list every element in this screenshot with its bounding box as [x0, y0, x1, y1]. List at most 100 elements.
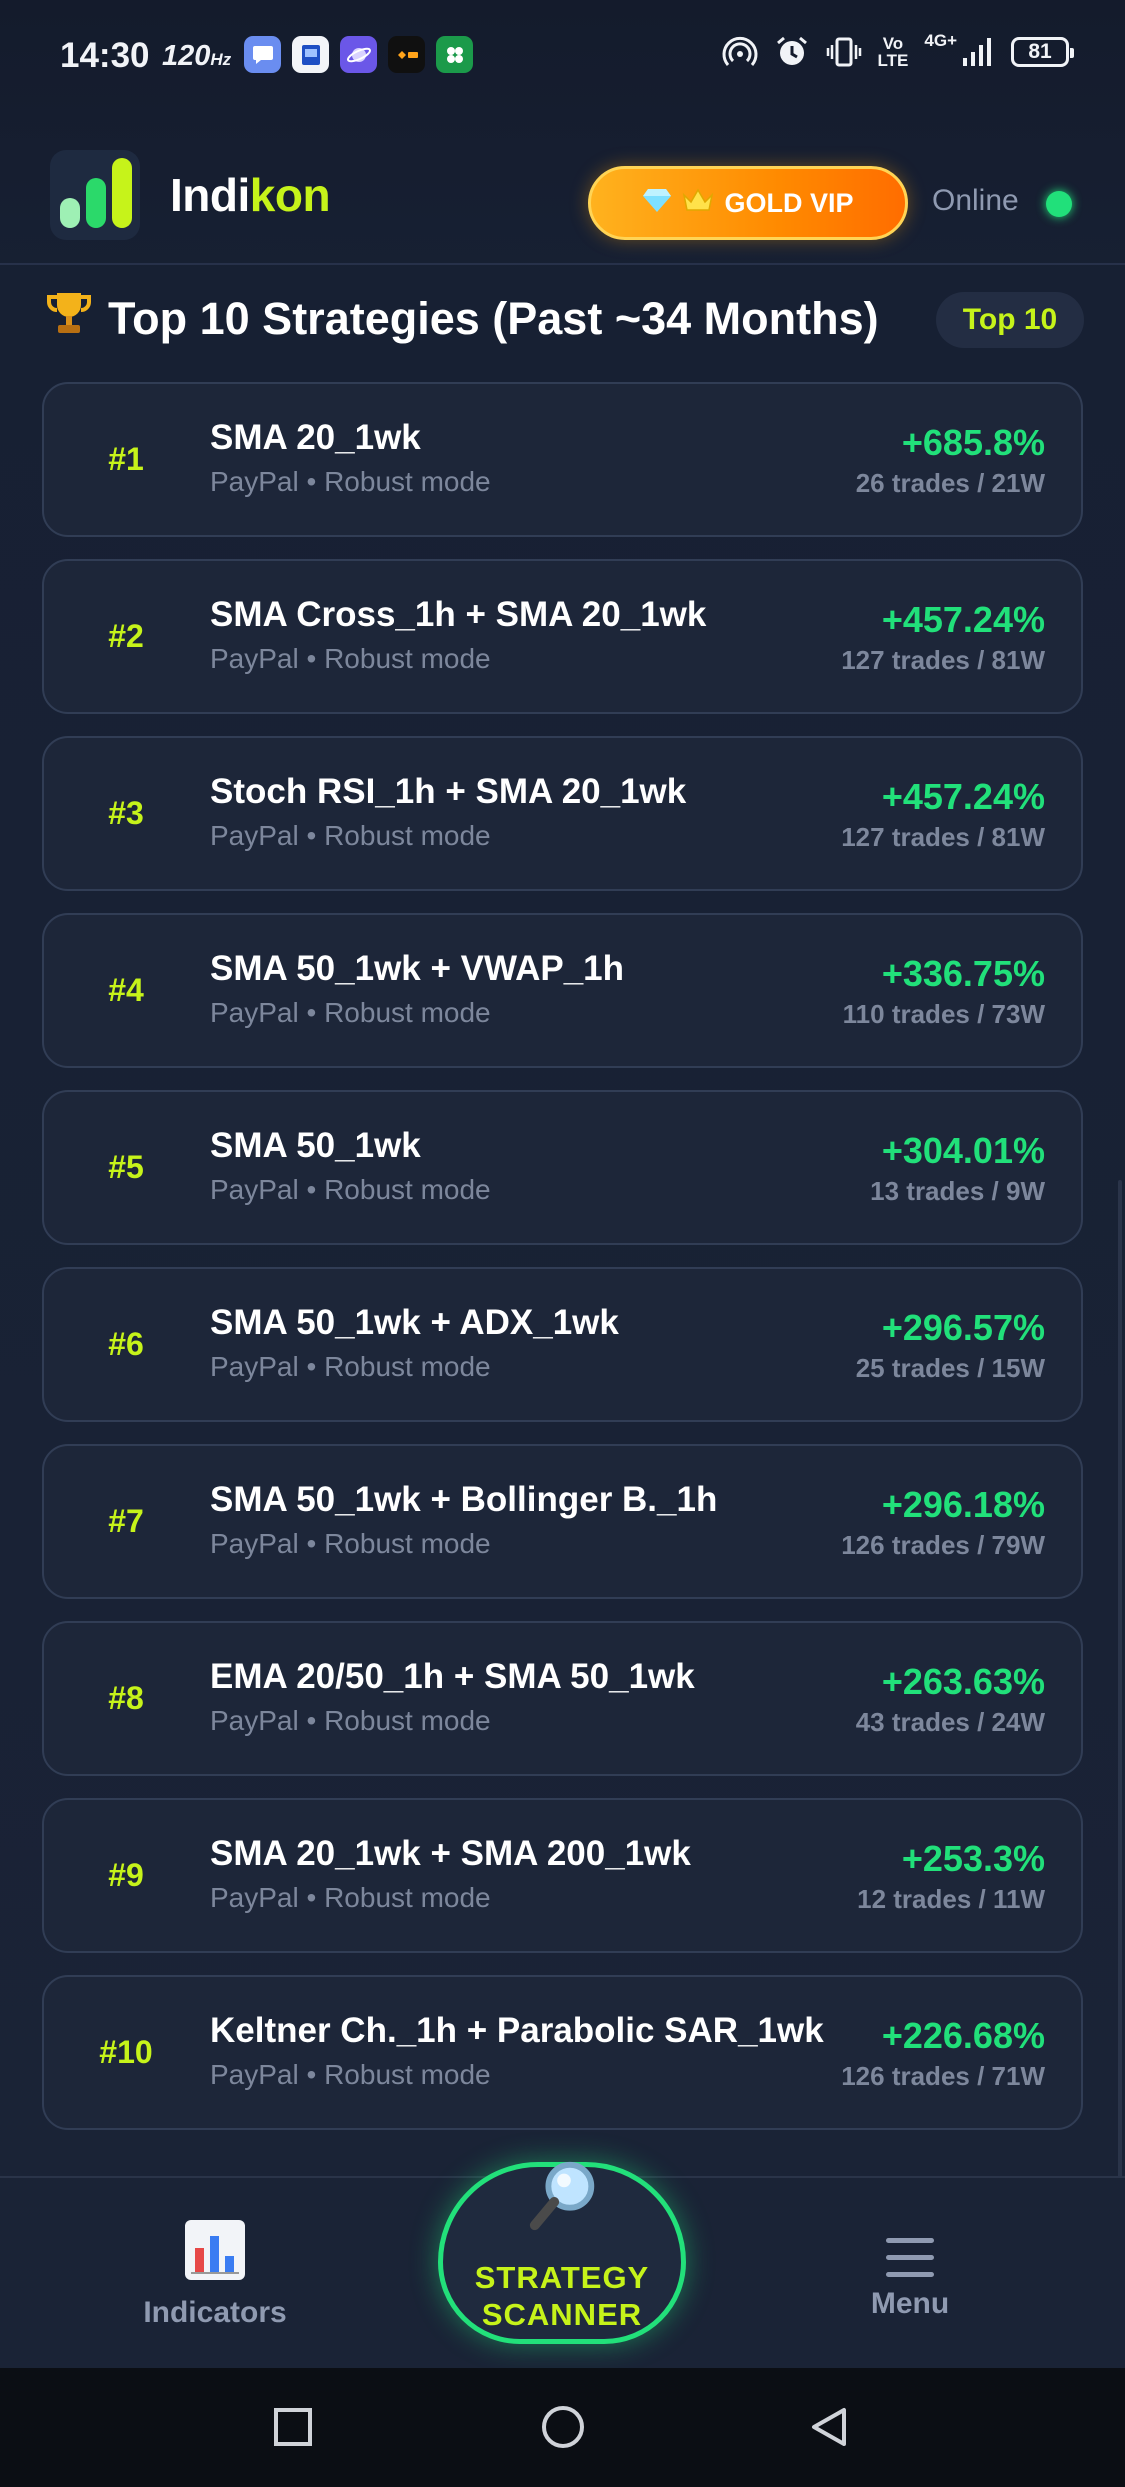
strategy-return: +304.01%: [881, 1130, 1045, 1171]
strategy-return: +253.3%: [901, 1838, 1045, 1879]
top-10-badge: Top 10: [936, 292, 1084, 348]
strategy-return: +296.18%: [881, 1484, 1045, 1525]
strategy-rank: #10: [99, 2034, 153, 2070]
strategy-card[interactable]: #5 SMA 50_1wk PayPal • Robust mode +304.01%…: [42, 1090, 1083, 1245]
strategy-subtitle: PayPal • Robust mode: [210, 1174, 491, 1205]
strategy-trades: 127 trades / 81W: [841, 645, 1045, 675]
nav-menu-button[interactable]: Menu: [830, 2238, 990, 2321]
strategy-subtitle: PayPal • Robust mode: [210, 1882, 491, 1913]
strategy-return: +457.24%: [881, 599, 1045, 640]
strategy-subtitle: PayPal • Robust mode: [210, 466, 491, 497]
strategy-rank: #9: [108, 1857, 144, 1893]
strategy-card[interactable]: #6 SMA 50_1wk + ADX_1wk PayPal • Robust mo…: [42, 1267, 1083, 1422]
strategy-trades: 126 trades / 71W: [841, 2061, 1045, 2091]
chat-bubble-icon: [244, 36, 281, 73]
strategy-subtitle: PayPal • Robust mode: [210, 1528, 491, 1559]
strategy-rank: #7: [108, 1503, 144, 1539]
scanner-label: STRATEGY SCANNER: [443, 2259, 681, 2333]
planet-icon: [340, 36, 377, 73]
strategy-return: +685.8%: [901, 422, 1045, 463]
tablet-icon: [292, 36, 329, 73]
scrollbar[interactable]: [1118, 1180, 1122, 2180]
volte-indicator: Vo LTE: [878, 35, 909, 69]
strategy-name: Keltner Ch._1h + Parabolic SAR_1wk: [210, 2011, 824, 2050]
status-indicators: Vo LTE 4G+ 81: [722, 31, 1074, 70]
nav-indicators-label: Indicators: [143, 2296, 287, 2329]
refresh-rate-value: 120: [162, 40, 211, 72]
strategy-return: +226.68%: [881, 2015, 1045, 2056]
strategy-card[interactable]: #10 Keltner Ch._1h + Parabolic SAR_1wk Pay…: [42, 1975, 1083, 2130]
alarm-icon: [776, 36, 807, 65]
strategy-rank: #1: [108, 441, 144, 477]
notification-app-icons: [244, 36, 473, 73]
gold-vip-button[interactable]: GOLD VIP: [588, 166, 908, 240]
strategy-scanner-button[interactable]: STRATEGY SCANNER: [438, 2161, 686, 2344]
system-nav-bar: [0, 2368, 1125, 2487]
strategy-trades: 26 trades / 21W: [855, 468, 1045, 498]
vip-label: GOLD VIP: [724, 187, 854, 218]
clover-icon: [436, 36, 473, 73]
strategy-subtitle: PayPal • Robust mode: [210, 997, 491, 1028]
strategy-return: +336.75%: [881, 953, 1045, 994]
strategy-name: SMA Cross_1h + SMA 20_1wk: [210, 595, 707, 634]
strategy-trades: 43 trades / 24W: [855, 1707, 1045, 1737]
brand-name: Indikon: [170, 168, 331, 222]
strategy-trades: 12 trades / 11W: [857, 1884, 1045, 1914]
strategy-card[interactable]: #2 SMA Cross_1h + SMA 20_1wk PayPal • Robu…: [42, 559, 1083, 714]
refresh-rate-unit: Hz: [210, 50, 232, 69]
home-icon[interactable]: [540, 2406, 586, 2452]
strategy-trades: 13 trades / 9W: [870, 1176, 1045, 1206]
app-logo-icon: [50, 150, 140, 240]
orange-app-icon: [388, 36, 425, 73]
strategy-rank: #5: [108, 1149, 144, 1185]
brand-part-2: kon: [249, 169, 331, 221]
brand-part-1: Indi: [170, 169, 250, 221]
nav-indicators-button[interactable]: Indicators: [120, 2218, 310, 2330]
strategy-card[interactable]: #1 SMA 20_1wk PayPal • Robust mode +685.8% 2…: [42, 382, 1083, 537]
strategy-card[interactable]: #8 EMA 20/50_1h + SMA 50_1wk PayPal • Robu…: [42, 1621, 1083, 1776]
online-status-dot: [1046, 191, 1072, 217]
strategy-name: SMA 50_1wk + VWAP_1h: [210, 949, 625, 988]
strategy-return: +263.63%: [881, 1661, 1045, 1702]
recent-apps-icon[interactable]: [272, 2406, 314, 2448]
strategy-name: SMA 50_1wk: [210, 1126, 421, 1165]
volte-top: Vo: [882, 34, 904, 53]
diamond-icon: [642, 187, 672, 220]
strategy-subtitle: PayPal • Robust mode: [210, 1351, 491, 1382]
scanner-label-line2: SCANNER: [481, 2297, 643, 2332]
vibrate-icon: [826, 37, 861, 67]
hamburger-icon: [886, 2238, 934, 2277]
strategy-card[interactable]: #3 Stoch RSI_1h + SMA 20_1wk PayPal • Robu…: [42, 736, 1083, 891]
status-bar: 14:30 120Hz Vo LTE 4G+ 81: [0, 0, 1125, 110]
strategy-rank: #2: [108, 618, 144, 654]
strategy-return: +296.57%: [881, 1307, 1045, 1348]
strategy-subtitle: PayPal • Robust mode: [210, 1705, 491, 1736]
strategy-card[interactable]: #7 SMA 50_1wk + Bollinger B._1h PayPal • R…: [42, 1444, 1083, 1599]
strategy-name: Stoch RSI_1h + SMA 20_1wk: [210, 772, 687, 811]
back-icon[interactable]: [808, 2406, 850, 2448]
nav-menu-label: Menu: [870, 2287, 950, 2320]
strategy-name: SMA 50_1wk + ADX_1wk: [210, 1303, 619, 1342]
strategy-return: +457.24%: [881, 776, 1045, 817]
signal-icon: [963, 38, 991, 66]
logo-bar-short: [60, 198, 80, 228]
crown-icon: [682, 187, 714, 220]
strategy-card[interactable]: #9 SMA 20_1wk + SMA 200_1wk PayPal • Robus…: [42, 1798, 1083, 1953]
section-title: Top 10 Strategies (Past ~34 Months): [44, 288, 879, 349]
strategy-name: EMA 20/50_1h + SMA 50_1wk: [210, 1657, 695, 1696]
app-header: Indikon GOLD VIP Online: [0, 140, 1125, 265]
strategy-card[interactable]: #4 SMA 50_1wk + VWAP_1h PayPal • Robust mo…: [42, 913, 1083, 1068]
network-type: 4G+: [924, 31, 957, 50]
strategy-rank: #3: [108, 795, 144, 831]
strategy-subtitle: PayPal • Robust mode: [210, 643, 491, 674]
logo-bar-medium: [86, 178, 106, 228]
strategy-name: SMA 20_1wk: [210, 418, 421, 457]
section-title-text: Top 10 Strategies (Past ~34 Months): [108, 292, 879, 344]
strategy-trades: 126 trades / 79W: [841, 1530, 1045, 1560]
strategy-subtitle: PayPal • Robust mode: [210, 2059, 491, 2090]
scanner-label-line1: STRATEGY: [474, 2260, 650, 2295]
strategy-rank: #6: [108, 1326, 144, 1362]
strategy-subtitle: PayPal • Robust mode: [210, 820, 491, 851]
volte-bottom: LTE: [877, 51, 909, 70]
trophy-icon: [44, 288, 94, 349]
